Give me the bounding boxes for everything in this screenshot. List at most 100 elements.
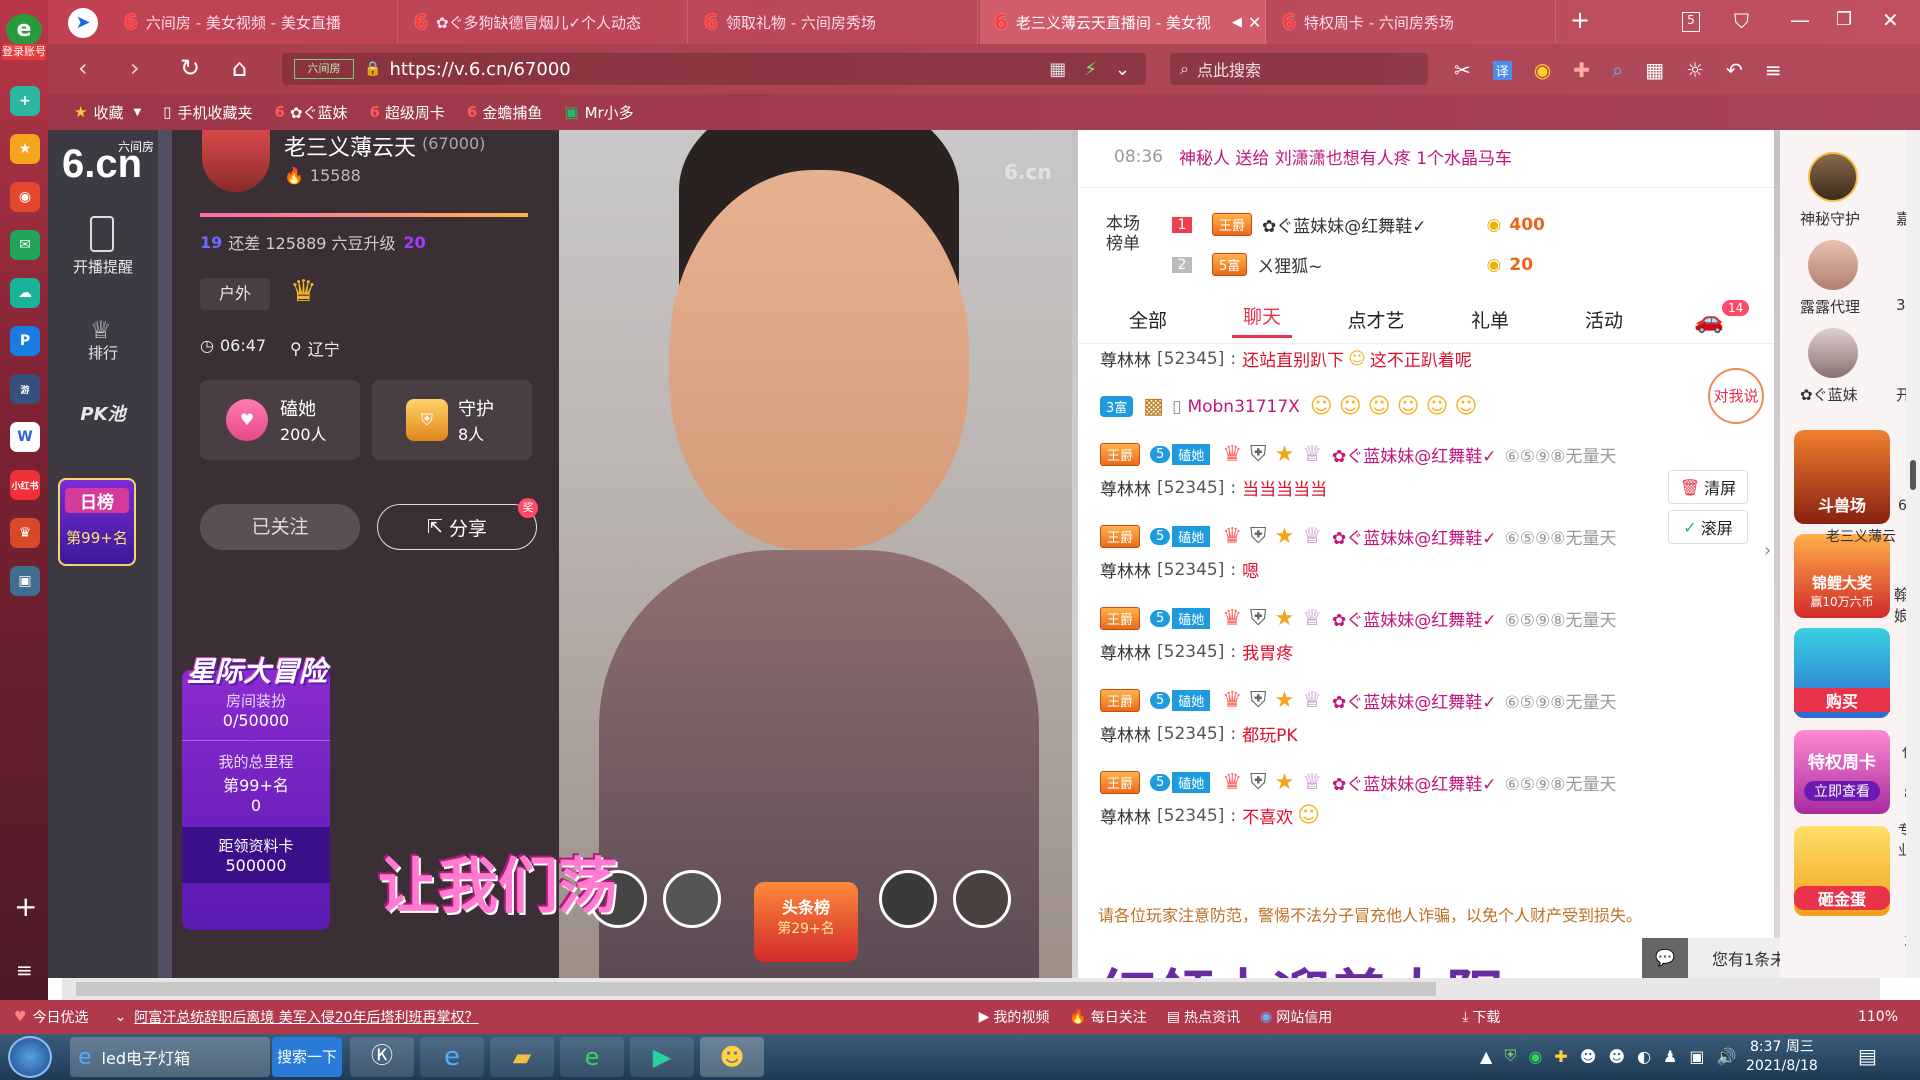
login-button[interactable]: 登录账号 (2, 44, 46, 60)
cloud-icon[interactable]: ☁ (10, 278, 40, 308)
add-icon[interactable]: + (14, 890, 37, 923)
promo-weekcard[interactable]: 特权周卡 立即查看 (1794, 730, 1890, 814)
minimize-icon[interactable]: — (1790, 8, 1810, 32)
tab-all[interactable]: 全部 (1118, 306, 1178, 333)
vertical-scrollbar[interactable] (1906, 130, 1920, 978)
tray-up-icon[interactable]: ▲ (1480, 1047, 1492, 1066)
clock[interactable]: 8:37 周三 2021/8/18 (1746, 1038, 1818, 1076)
chat-user[interactable]: 尊林林 (1100, 346, 1151, 371)
avatar-app-icon[interactable]: ☻ (700, 1037, 764, 1077)
plus-app-icon[interactable]: + (10, 86, 40, 116)
chat-user[interactable]: 尊林林 (1100, 557, 1151, 582)
tab-2[interactable]: 6 领取礼物 - 六间房秀场 (690, 0, 978, 44)
star-icon[interactable]: ★ (10, 134, 40, 164)
scissors-icon[interactable]: ✂ (1454, 58, 1471, 82)
doc-icon[interactable]: W (10, 422, 40, 452)
speed-icon[interactable]: ⚡ (1084, 59, 1097, 80)
forward-icon[interactable]: › (130, 54, 140, 82)
promo-arena[interactable]: 斗兽场 (1794, 430, 1890, 524)
undo-icon[interactable]: ↶ (1726, 58, 1743, 82)
xiaohongshu-icon[interactable]: 小红书 (10, 470, 40, 500)
chat-sender[interactable]: ✿ぐ蓝妹妹@红舞鞋✓ (1332, 688, 1497, 713)
qr-icon[interactable]: ▦ (1049, 59, 1066, 80)
weibo-icon[interactable]: ◉ (10, 182, 40, 212)
host-avatar[interactable] (202, 130, 270, 192)
p-icon[interactable]: P (10, 326, 40, 356)
tab-talent[interactable]: 点才艺 (1346, 306, 1406, 333)
taskbar-browser[interactable]: e led电子灯箱 (70, 1037, 270, 1077)
bookmark-fishing[interactable]: 6 金蟾捕鱼 (467, 102, 542, 123)
status-daily-follow[interactable]: 每日关注 (1091, 1007, 1147, 1027)
find-icon[interactable]: ⌕ (1612, 58, 1623, 82)
chat-sender[interactable]: ✿ぐ蓝妹妹@红舞鞋✓ (1332, 442, 1497, 467)
bookmark-favorites[interactable]: ★ 收藏 ▼ (74, 102, 141, 123)
leaderboard-row[interactable]: 2 5富 ㄨ狸狐~ ◉ 20 (1172, 252, 1533, 277)
collapse-arrow-icon[interactable]: › (1764, 540, 1771, 561)
chevron-down-icon[interactable]: ⌄ (1115, 59, 1130, 80)
talk-to-me-button[interactable]: 对我说 (1708, 368, 1764, 424)
status-hot-news[interactable]: 热点资讯 (1184, 1007, 1240, 1027)
list-icon[interactable]: ≡ (16, 958, 33, 982)
chat-sender[interactable]: ✿ぐ蓝妹妹@红舞鞋✓ (1332, 606, 1497, 631)
tab-count-icon[interactable]: 5 (1682, 12, 1700, 32)
tray-qq2-icon[interactable]: ☻ (1608, 1047, 1625, 1066)
video-player[interactable]: 6.cn 头条榜 第29+名 (559, 130, 1072, 978)
nav-pk[interactable]: PK池 (63, 400, 143, 426)
ie-taskbar-icon[interactable]: e (420, 1037, 484, 1077)
promo-buy[interactable]: 购买 (1794, 628, 1890, 718)
maximize-icon[interactable]: ❐ (1836, 9, 1852, 30)
chat-user[interactable]: 尊林林 (1100, 475, 1151, 500)
tab-chat[interactable]: 聊天 (1232, 302, 1292, 338)
search-input[interactable]: 点此搜索 (1197, 57, 1261, 81)
chat-user[interactable]: 尊林林 (1100, 639, 1151, 664)
follow-button[interactable]: 已关注 (200, 504, 360, 550)
tray-person-icon[interactable]: ♟ (1663, 1047, 1677, 1066)
clear-screen-button[interactable]: 🗑 清屏 (1668, 470, 1748, 504)
gamepad-icon[interactable]: ✚ (1573, 58, 1590, 82)
status-my-video[interactable]: 我的视频 (993, 1007, 1049, 1027)
bookmark-weekcard[interactable]: 6 超级周卡 (369, 102, 444, 123)
tab-activity[interactable]: 活动 (1574, 306, 1634, 333)
news-ticker[interactable]: 阿富汗总统辞职后离境 美军入侵20年后塔利班再掌权？ (134, 1007, 478, 1027)
tray-app-icon[interactable]: ◐ (1637, 1047, 1651, 1066)
start-button[interactable] (8, 1036, 52, 1078)
viewer-avatar[interactable] (879, 870, 937, 928)
taskbar-search-button[interactable]: 搜索一下 (272, 1037, 342, 1077)
status-download[interactable]: 下载 (1472, 1007, 1500, 1027)
nav-remind[interactable]: 开播提醒 (63, 256, 143, 277)
car-icon[interactable]: ▣ (10, 566, 40, 596)
scroll-thumb[interactable] (1910, 460, 1916, 490)
guard-avatar[interactable] (1808, 328, 1858, 378)
zoom-level[interactable]: 110% (1858, 1009, 1898, 1025)
tray-shield-icon[interactable]: ⛨ (1504, 1046, 1516, 1066)
browser-taskbar-icon[interactable]: e (560, 1037, 624, 1077)
browser-logo-icon[interactable]: e (6, 14, 42, 46)
translate-icon[interactable]: 译 (1492, 60, 1512, 80)
game-icon[interactable]: 游 (10, 374, 40, 404)
coin-icon[interactable]: ◉ (1534, 58, 1551, 82)
bookmark-mr[interactable]: ▣ Mr小多 (564, 102, 633, 123)
guard-avatar[interactable] (1808, 240, 1858, 290)
home-icon[interactable]: ⌂ (232, 54, 247, 82)
mail-icon[interactable]: ✉ (10, 230, 40, 260)
car-icon[interactable]: 🚗 (1694, 306, 1724, 334)
shirt-icon[interactable]: ⛉ (1734, 9, 1749, 33)
promo-golden-egg[interactable]: 砸金蛋 (1794, 826, 1890, 916)
nav-rank[interactable]: 排行 (63, 342, 143, 363)
notification-icon[interactable]: ▤ (1858, 1044, 1877, 1068)
site-logo[interactable]: 6.cn (62, 142, 142, 187)
viewer-avatar[interactable] (663, 870, 721, 928)
window-close-icon[interactable]: ✕ (1882, 8, 1899, 32)
grid-icon[interactable]: ▦ (1645, 58, 1664, 82)
guard-avatar[interactable] (1808, 152, 1858, 202)
status-site-credit[interactable]: 网站信用 (1276, 1007, 1332, 1027)
tab-1[interactable]: 6 ✿ぐ多狗缺德冒烟儿✓个人动态 (400, 0, 688, 44)
scroll-lock-button[interactable]: ✓ 滚屏 (1668, 510, 1748, 544)
hscroll-thumb[interactable] (76, 982, 1436, 996)
daily-rank-card[interactable]: 日榜 第99+名 (58, 478, 136, 566)
k-app-icon[interactable]: Ⓚ (350, 1037, 414, 1077)
category-tag[interactable]: 户外 (200, 278, 270, 310)
horizontal-scrollbar[interactable] (62, 978, 1880, 1000)
share-button[interactable]: ⇱ 分享 (377, 504, 537, 550)
refresh-icon[interactable]: ↻ (180, 54, 200, 82)
